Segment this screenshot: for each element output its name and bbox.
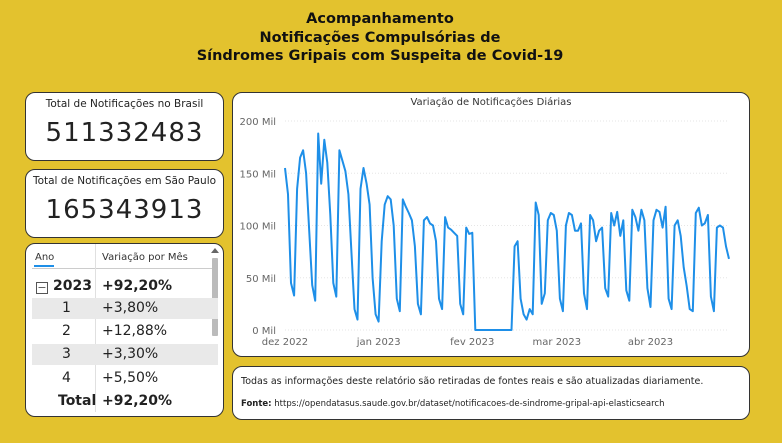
kpi-card-brasil[interactable]: Total de Notificações no Brasil 51133248… xyxy=(25,92,224,161)
report-title: Acompanhamento Notificações Compulsórias… xyxy=(150,10,610,66)
y-tick-label: 150 Mil xyxy=(240,169,276,180)
y-tick-label: 200 Mil xyxy=(240,117,276,128)
matrix-row-mes: 1 xyxy=(62,300,71,316)
y-tick-label: 50 Mil xyxy=(246,274,276,285)
matrix-row-valor: +12,88% xyxy=(102,323,168,339)
matrix-header-variacao[interactable]: Variação por Mês xyxy=(102,252,188,263)
matrix-total-value: +92,20% xyxy=(102,393,173,409)
matrix-row-mes: 3 xyxy=(62,346,71,362)
y-tick-label: 100 Mil xyxy=(240,222,276,233)
info-note-card: Todas as informações deste relatório são… xyxy=(232,366,750,420)
matrix-row-mes: 2 xyxy=(62,323,71,339)
report-title-line2: Notificações Compulsórias de xyxy=(259,29,501,46)
matrix-row-2[interactable]: 2 +12,88% xyxy=(32,321,218,342)
report-title-line3: Síndromes Gripais com Suspeita de Covid-… xyxy=(196,48,564,64)
collapse-icon[interactable]: − xyxy=(36,282,48,294)
y-tick-label: 0 Mil xyxy=(252,326,276,337)
matrix-row-3[interactable]: 3 +3,30% xyxy=(32,344,218,365)
matrix-row-valor: +5,50% xyxy=(102,370,159,386)
kpi-sp-label: Total de Notificações em São Paulo xyxy=(32,175,217,187)
variation-matrix[interactable]: Ano Variação por Mês − 2023 +92,20% 1 +3… xyxy=(25,243,224,417)
matrix-row-valor: +3,80% xyxy=(102,300,159,316)
x-tick-label: jan 2023 xyxy=(356,337,401,348)
x-tick-label: abr 2023 xyxy=(628,337,673,348)
series-line[interactable] xyxy=(284,132,730,331)
matrix-row-valor: +3,30% xyxy=(102,346,159,362)
matrix-row-4[interactable]: 4 +5,50% xyxy=(32,368,218,389)
kpi-card-sao-paulo[interactable]: Total de Notificações em São Paulo 16534… xyxy=(25,169,224,238)
daily-variation-chart-card[interactable]: Variação de Notificações Diárias 0 Mil 50… xyxy=(232,92,750,357)
matrix-row-1[interactable]: 1 +3,80% xyxy=(32,298,218,319)
report-title-line1: Acompanhamento xyxy=(306,11,454,27)
kpi-sp-value: 165343913 xyxy=(45,195,204,225)
x-tick-label: fev 2023 xyxy=(450,337,494,348)
kpi-brasil-value: 511332483 xyxy=(45,118,204,148)
x-tick-label: mar 2023 xyxy=(533,337,582,348)
matrix-group-year: 2023 xyxy=(53,278,92,294)
matrix-group-value: +92,20% xyxy=(102,278,173,294)
source-label: Fonte: xyxy=(241,399,272,409)
kpi-brasil-label: Total de Notificações no Brasil xyxy=(45,98,204,110)
matrix-header-divider xyxy=(32,268,212,269)
scroll-up-arrow-icon[interactable] xyxy=(211,248,219,253)
matrix-total-label: Total xyxy=(58,393,97,409)
source-link[interactable]: https://opendatasus.saude.gov.br/dataset… xyxy=(274,399,664,409)
matrix-header-underline xyxy=(34,265,54,267)
info-note-text: Todas as informações deste relatório são… xyxy=(241,376,704,387)
matrix-group-row[interactable]: − 2023 +92,20% xyxy=(32,278,218,299)
x-tick-label: dez 2022 xyxy=(262,337,308,348)
matrix-header-ano[interactable]: Ano xyxy=(35,252,54,263)
matrix-row-mes: 4 xyxy=(62,370,71,386)
source-line: Fonte: https://opendatasus.saude.gov.br/… xyxy=(241,399,664,409)
matrix-total-row[interactable]: Total +92,20% xyxy=(32,391,218,412)
daily-variation-line-chart[interactable]: 0 Mil 50 Mil 100 Mil 150 Mil 200 Mil dez 2022… xyxy=(233,93,749,356)
